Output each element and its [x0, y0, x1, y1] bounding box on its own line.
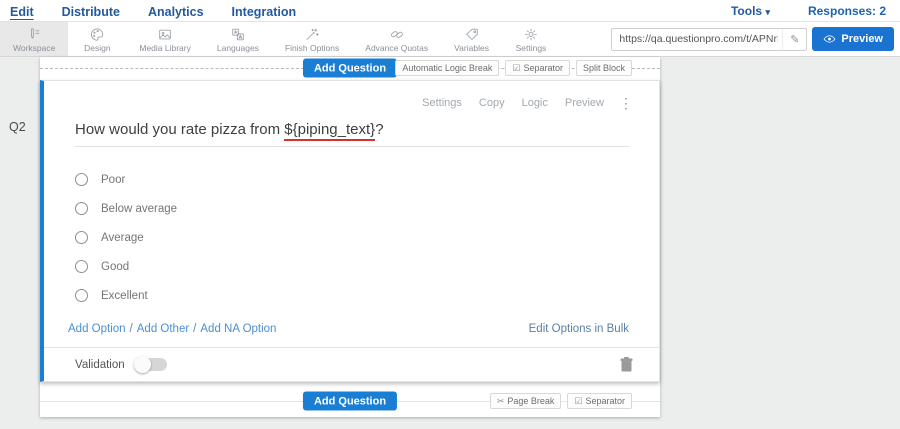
answer-options-list: Poor Below average Average Good: [75, 165, 659, 310]
toolbar-item-label: Media Library: [139, 43, 191, 53]
nav-tab-integration[interactable]: Integration: [232, 3, 297, 19]
languages-icon: [230, 27, 246, 42]
split-block-button[interactable]: Split Block: [576, 60, 632, 76]
editor-toolbar: Workspace Design Media Library Languages…: [0, 22, 900, 57]
toolbar-item-advance-quotas[interactable]: Advance Quotas: [352, 22, 441, 56]
separator-button-bottom[interactable]: ☑Separator: [567, 393, 632, 409]
add-other-link[interactable]: Add Other: [137, 323, 189, 335]
link-separator: /: [130, 323, 133, 335]
question-card: Settings Copy Logic Preview ⋮ How would …: [40, 80, 660, 382]
validation-label: Validation: [75, 359, 125, 371]
kebab-menu-icon[interactable]: ⋮: [619, 98, 633, 108]
toolbar-item-media-library[interactable]: Media Library: [126, 22, 204, 56]
radio-button[interactable]: [75, 231, 88, 244]
option-label[interactable]: Poor: [101, 174, 125, 186]
toolbar-item-finish-options[interactable]: Finish Options: [272, 22, 352, 56]
survey-url-input[interactable]: [612, 33, 782, 45]
answer-option-row: Poor: [75, 165, 659, 194]
survey-editor-screen: Edit Distribute Analytics Integration To…: [0, 0, 900, 429]
option-label[interactable]: Average: [101, 232, 144, 244]
answer-option-row: Average: [75, 223, 659, 252]
checkbox-checked-icon: ☑: [574, 396, 582, 407]
scissors-icon: ✂: [497, 396, 505, 407]
toolbar-item-variables[interactable]: Variables: [441, 22, 502, 56]
checkbox-checked-icon: ☑: [512, 63, 520, 74]
answer-option-row: Below average: [75, 194, 659, 223]
edit-url-pencil-icon[interactable]: ✎: [782, 29, 806, 50]
option-actions-row: Add Option / Add Other / Add NA Option E…: [68, 323, 629, 335]
toolbar-item-settings[interactable]: Settings: [502, 22, 560, 56]
chevron-down-icon: ▾: [765, 7, 770, 17]
workspace-icon: [26, 27, 42, 42]
advance-quotas-icon: [389, 27, 405, 42]
nav-tab-analytics[interactable]: Analytics: [148, 3, 204, 19]
radio-button[interactable]: [75, 173, 88, 186]
survey-url-box: ✎: [611, 28, 807, 51]
delete-question-trash-icon[interactable]: [620, 357, 633, 372]
toolbar-item-workspace[interactable]: Workspace: [0, 22, 68, 56]
validation-row: Validation: [44, 347, 659, 381]
question-text: How would you rate pizza from ${piping_t…: [75, 121, 384, 141]
page-break-button[interactable]: ✂Page Break: [490, 393, 562, 409]
piping-text-token: ${piping_text}: [284, 121, 375, 141]
option-label[interactable]: Below average: [101, 203, 177, 215]
option-label[interactable]: Excellent: [101, 290, 148, 302]
toolbar-item-label: Finish Options: [285, 43, 339, 53]
nav-tab-edit[interactable]: Edit: [10, 3, 34, 19]
tools-menu[interactable]: Tools ▾: [731, 4, 770, 18]
add-option-link[interactable]: Add Option: [68, 323, 126, 335]
toolbar-item-label: Languages: [217, 43, 259, 53]
automatic-logic-break-button[interactable]: Automatic Logic Break: [395, 60, 499, 76]
bottom-insert-row: Add Question ✂Page Break ☑Separator: [40, 390, 660, 412]
question-preview-link[interactable]: Preview: [565, 97, 604, 109]
survey-block-panel: Add Question Automatic Logic Break ☑Sepa…: [40, 57, 660, 417]
design-icon: [89, 27, 105, 42]
radio-button[interactable]: [75, 202, 88, 215]
toggle-knob: [134, 356, 151, 373]
top-nav: Edit Distribute Analytics Integration To…: [0, 0, 900, 22]
toolbar-item-languages[interactable]: Languages: [204, 22, 272, 56]
add-question-button-top[interactable]: Add Question: [303, 59, 397, 78]
question-settings-link[interactable]: Settings: [422, 97, 462, 109]
toolbar-item-label: Design: [84, 43, 110, 53]
variables-icon: [464, 27, 480, 42]
toolbar-item-label: Variables: [454, 43, 489, 53]
question-card-header: Settings Copy Logic Preview ⋮: [44, 81, 659, 111]
add-na-option-link[interactable]: Add NA Option: [200, 323, 276, 335]
question-copy-link[interactable]: Copy: [479, 97, 505, 109]
edit-options-in-bulk-link[interactable]: Edit Options in Bulk: [529, 323, 629, 335]
answer-option-row: Excellent: [75, 281, 659, 310]
media-library-icon: [157, 27, 173, 42]
toolbar-item-design[interactable]: Design: [68, 22, 126, 56]
validation-toggle[interactable]: [135, 358, 167, 371]
responses-count[interactable]: Responses: 2: [808, 4, 886, 18]
question-text-field[interactable]: How would you rate pizza from ${piping_t…: [75, 121, 629, 147]
top-insert-row: Add Question Automatic Logic Break ☑Sepa…: [40, 57, 660, 79]
question-logic-link[interactable]: Logic: [522, 97, 548, 109]
toolbar-item-label: Workspace: [13, 43, 55, 53]
question-code: Q2: [9, 120, 26, 134]
answer-option-row: Good: [75, 252, 659, 281]
add-question-button-bottom[interactable]: Add Question: [303, 392, 397, 411]
settings-icon: [523, 27, 539, 42]
eye-icon: [823, 34, 836, 44]
link-separator: /: [193, 323, 196, 335]
preview-button[interactable]: Preview: [812, 27, 894, 51]
preview-button-label: Preview: [841, 33, 883, 45]
radio-button[interactable]: [75, 289, 88, 302]
nav-tab-distribute[interactable]: Distribute: [62, 3, 120, 19]
toolbar-item-label: Settings: [516, 43, 547, 53]
option-label[interactable]: Good: [101, 261, 129, 273]
workspace-area: Q2 Add Question Automatic Logic Break ☑S…: [0, 57, 900, 429]
radio-button[interactable]: [75, 260, 88, 273]
separator-button-top[interactable]: ☑Separator: [505, 60, 570, 76]
finish-options-icon: [304, 27, 320, 42]
toolbar-item-label: Advance Quotas: [365, 43, 428, 53]
